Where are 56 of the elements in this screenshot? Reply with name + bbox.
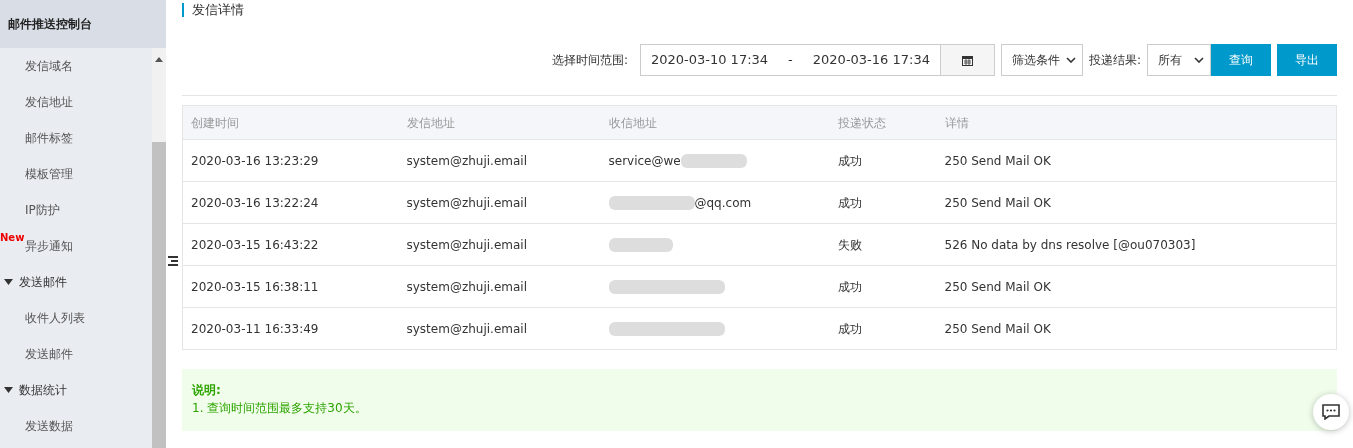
note-title: 说明: — [192, 382, 222, 399]
column-header: 投递状态 — [829, 105, 937, 140]
column-header: 详情 — [936, 105, 1337, 140]
calendar-icon[interactable] — [961, 54, 973, 66]
table-cell: system@zhuji.email — [406, 153, 527, 168]
column-header: 收信地址 — [600, 105, 830, 140]
note-text: 1. 查询时间范围最多支持30天。 — [192, 400, 368, 417]
scrollbar[interactable] — [152, 48, 166, 448]
chat-button[interactable] — [1313, 394, 1349, 430]
table-cell: 成功 — [837, 321, 862, 336]
table-cell: 2020-03-15 16:43:22 — [191, 237, 319, 252]
table-cell: system@zhuji.email — [406, 279, 527, 294]
scroll-up-icon[interactable] — [155, 57, 163, 62]
table-cell: system@zhuji.email — [406, 195, 527, 210]
table-cell: system@zhuji.email — [406, 237, 527, 252]
table-cell: 成功 — [837, 153, 862, 168]
table-cell: 2020-03-16 13:23:29 — [191, 153, 319, 168]
sidebar-item[interactable]: 发送邮件 — [0, 336, 152, 372]
sidebar-item[interactable]: 发信域名 — [0, 48, 152, 84]
sidebar-item[interactable]: 邮件标签 — [0, 120, 152, 156]
sidebar-group[interactable]: 发送邮件 — [0, 264, 152, 300]
date-range-field[interactable]: 2020-03-10 17:34 - 2020-03-16 17:34 — [639, 44, 995, 76]
sidebar-item[interactable]: 发信地址 — [0, 84, 152, 120]
table-cell: 失败 — [837, 237, 862, 252]
column-header: 发信地址 — [398, 105, 601, 140]
redacted-block — [608, 238, 673, 252]
result-dropdown[interactable]: 所有 — [1147, 44, 1211, 76]
table-cell: 250 Send Mail OK — [944, 279, 1051, 294]
column-header: 创建时间 — [182, 105, 399, 140]
chat-icon — [1322, 404, 1340, 420]
sidebar-item[interactable]: 收件人列表 — [0, 300, 152, 336]
caret-icon — [1194, 57, 1204, 63]
sidebar-item[interactable]: 模板管理 — [0, 156, 152, 192]
sidebar-item[interactable]: 发送数据 — [0, 408, 152, 444]
redacted-block — [680, 154, 747, 168]
sidebar-group[interactable]: 数据统计 — [0, 372, 152, 408]
table-cell: service@we — [608, 153, 681, 168]
table-cell: 250 Send Mail OK — [944, 153, 1051, 168]
console-title: 邮件推送控制台 — [0, 0, 166, 48]
page-title: 发信详情 — [182, 3, 1337, 17]
table-cell: 250 Send Mail OK — [944, 195, 1051, 210]
sidebar-item[interactable]: IP防护 — [0, 192, 152, 228]
table-cell: @qq.com — [694, 195, 752, 210]
table-cell: 526 No data by dns resolve [@ou070303] — [944, 237, 1196, 252]
table-cell: 成功 — [837, 195, 862, 210]
table-cell: 2020-03-16 13:22:24 — [191, 195, 319, 210]
table-cell: 2020-03-11 16:33:49 — [191, 321, 319, 336]
caret-icon — [1065, 57, 1076, 63]
range-label: 选择时间范围: — [551, 52, 628, 69]
table-cell: 2020-03-15 16:38:11 — [191, 279, 319, 294]
table-cell: system@zhuji.email — [406, 321, 527, 336]
new-label: New — [0, 231, 25, 245]
table-cell: 成功 — [837, 279, 862, 294]
table-cell: 250 Send Mail OK — [944, 321, 1051, 336]
condition-dropdown[interactable]: 筛选条件 — [1000, 44, 1083, 76]
result-label: 投递结果: — [1088, 52, 1141, 69]
